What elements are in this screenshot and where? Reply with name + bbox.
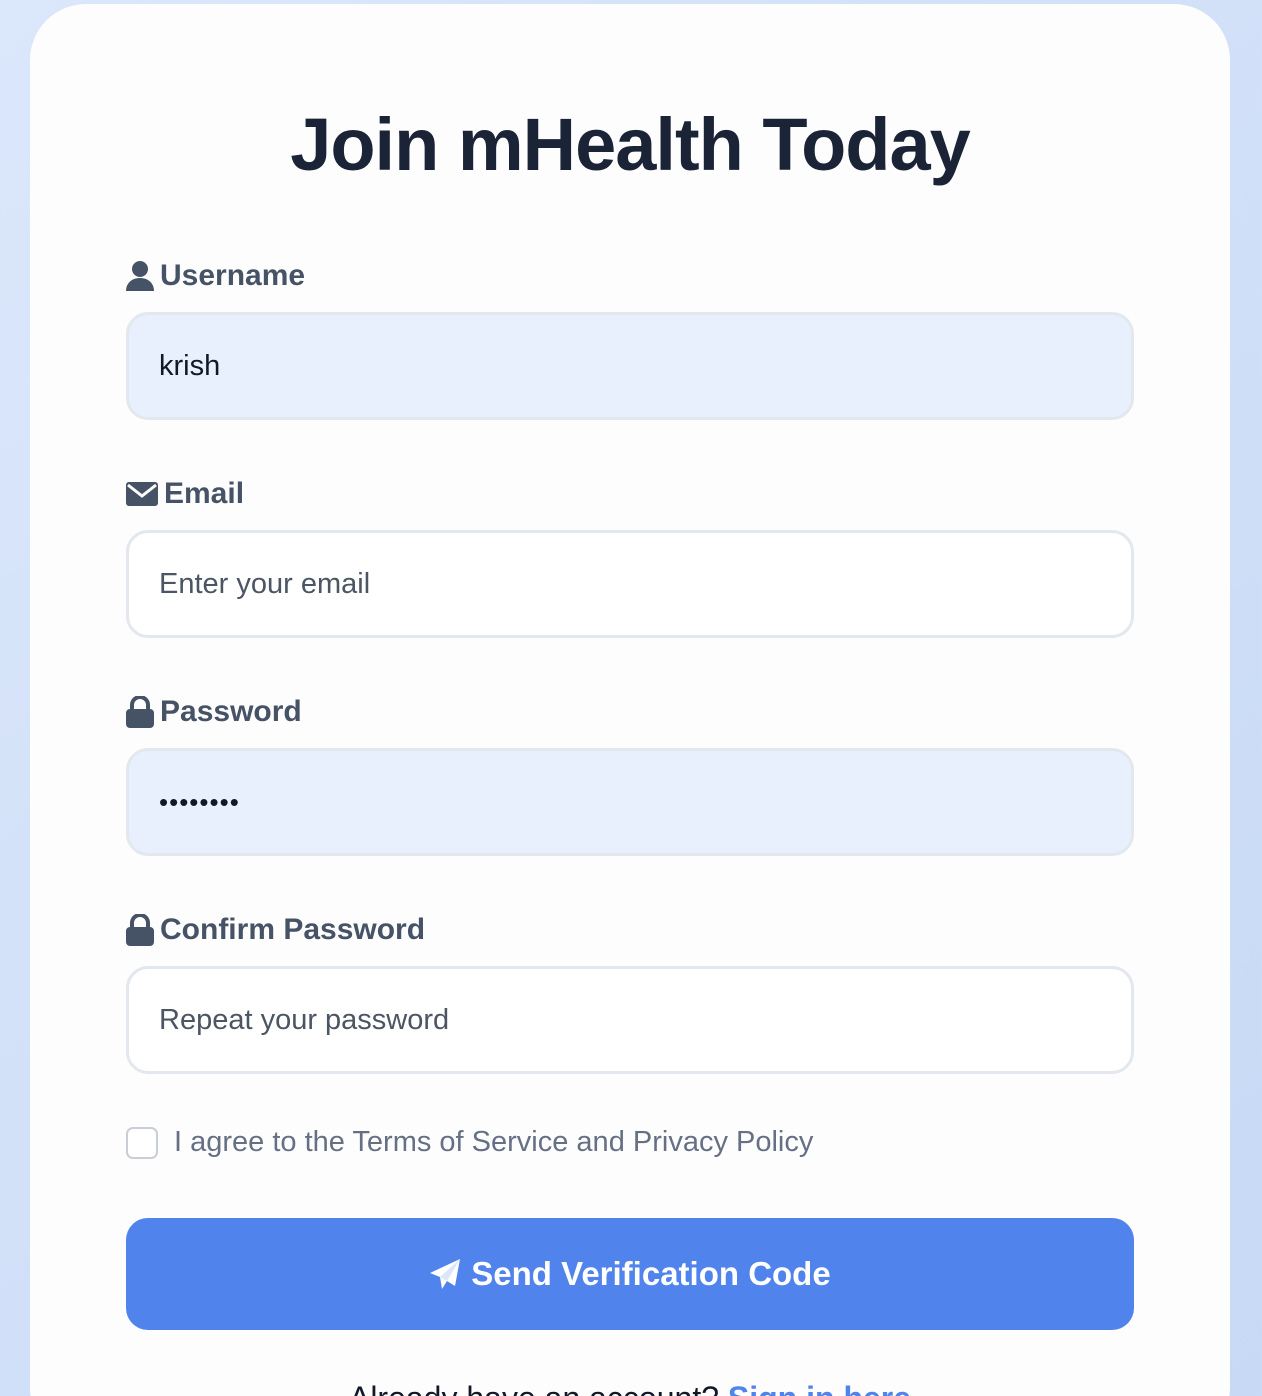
email-input[interactable] (126, 530, 1134, 638)
username-input[interactable] (126, 312, 1134, 420)
sign-in-link[interactable]: Sign in here (728, 1380, 911, 1396)
terms-checkbox[interactable] (126, 1126, 158, 1159)
lock-icon (126, 696, 154, 728)
password-label-text: Password (160, 695, 302, 728)
email-label-text: Email (164, 477, 245, 510)
confirm-password-input[interactable] (126, 966, 1134, 1074)
signup-card: Join mHealth Today Username Email Passwo… (30, 4, 1230, 1396)
password-label: Password (126, 692, 302, 732)
user-icon (126, 260, 154, 292)
envelope-icon (126, 482, 158, 506)
signin-prompt-text: Already have an account? (349, 1380, 719, 1396)
paper-plane-icon (429, 1258, 461, 1290)
terms-row: I agree to the Terms of Service and Priv… (126, 1126, 813, 1159)
confirm-password-label: Confirm Password (126, 910, 425, 950)
signin-prompt: Already have an account? Sign in here (30, 1380, 1230, 1396)
page-title: Join mHealth Today (290, 103, 971, 186)
terms-label[interactable]: I agree to the Terms of Service and Priv… (174, 1126, 813, 1159)
send-verification-code-label: Send Verification Code (471, 1255, 831, 1292)
password-input[interactable] (126, 748, 1134, 856)
lock-icon (126, 914, 154, 946)
username-label: Username (126, 256, 305, 296)
confirm-password-label-text: Confirm Password (160, 913, 426, 946)
send-verification-code-button[interactable]: Send Verification Code (126, 1218, 1134, 1330)
email-label: Email (126, 474, 244, 514)
username-label-text: Username (160, 259, 306, 292)
